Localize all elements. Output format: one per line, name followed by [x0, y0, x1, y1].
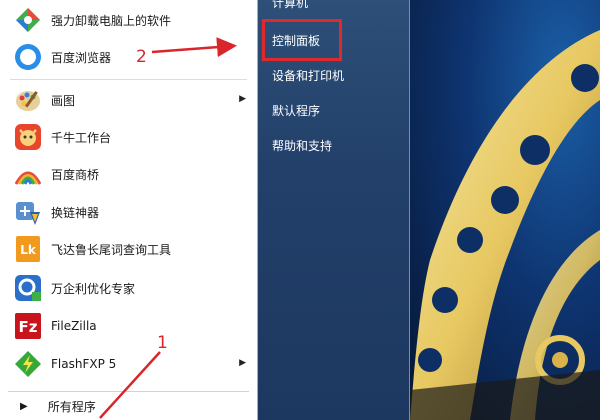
program-item-feidalu[interactable]: Lk 飞达鲁长尾词查询工具	[0, 231, 258, 267]
all-programs-label: 所有程序	[47, 399, 96, 414]
start-menu-places-pane: 计算机 控制面板 设备和打印机 默认程序 帮助和支持	[258, 0, 410, 420]
program-label: 百度商桥	[51, 167, 100, 182]
program-label: 飞达鲁长尾词查询工具	[51, 242, 172, 257]
feidalu-icon: Lk	[12, 233, 44, 265]
control-panel-highlight-box	[262, 19, 342, 61]
start-menu-programs-pane: 强力卸载电脑上的软件 百度浏览器 画图 ▶ 千牛工作台 百度商桥 换链神器 Lk…	[0, 0, 258, 420]
program-item-baidu-shangqiao[interactable]: 百度商桥	[0, 156, 258, 192]
svg-text:Fz: Fz	[19, 318, 38, 336]
uninstaller-icon	[12, 4, 44, 36]
program-item-flashfxp[interactable]: FlashFXP 5 ▶	[0, 346, 258, 382]
program-label: 换链神器	[51, 205, 100, 220]
program-label: 百度浏览器	[51, 50, 112, 65]
qianniu-icon	[12, 121, 44, 153]
devices-printers-link[interactable]: 设备和打印机	[272, 67, 344, 84]
program-label: 万企利优化专家	[51, 281, 136, 296]
program-label: 画图	[51, 93, 76, 108]
program-item-baidu-browser[interactable]: 百度浏览器	[0, 39, 258, 75]
all-programs-button[interactable]: ▶ 所有程序	[0, 392, 258, 420]
program-item-paint[interactable]: 画图 ▶	[0, 82, 258, 118]
optimizer-icon	[12, 272, 44, 304]
svg-text:Lk: Lk	[20, 243, 37, 257]
program-item-uninstaller[interactable]: 强力卸载电脑上的软件	[0, 2, 258, 38]
pinned-separator	[10, 79, 247, 80]
submenu-arrow-icon: ▶	[239, 94, 246, 104]
program-item-qianniu[interactable]: 千牛工作台	[0, 119, 258, 155]
baidu-browser-icon	[12, 41, 44, 73]
program-item-link-tool[interactable]: 换链神器	[0, 194, 258, 230]
link-tool-icon	[12, 196, 44, 228]
help-support-link[interactable]: 帮助和支持	[272, 137, 332, 154]
annotation-number-1: 1	[157, 333, 168, 353]
desktop-wallpaper	[410, 0, 600, 420]
filezilla-icon: Fz	[12, 310, 44, 342]
baidu-shangqiao-icon	[12, 158, 44, 190]
flashfxp-icon	[12, 348, 44, 380]
expand-arrow-icon: ▶	[20, 400, 28, 412]
program-label: 强力卸载电脑上的软件	[51, 13, 172, 28]
program-label: FlashFXP 5	[51, 357, 117, 371]
annotation-number-2: 2	[136, 47, 147, 67]
paint-icon	[12, 84, 44, 116]
program-item-filezilla[interactable]: Fz FileZilla	[0, 308, 258, 344]
program-label: FileZilla	[51, 319, 97, 333]
default-programs-link[interactable]: 默认程序	[272, 102, 320, 119]
program-item-optimizer[interactable]: 万企利优化专家	[0, 270, 258, 306]
submenu-arrow-icon: ▶	[239, 358, 246, 368]
computer-link[interactable]: 计算机	[272, 0, 308, 11]
program-label: 千牛工作台	[51, 130, 112, 145]
